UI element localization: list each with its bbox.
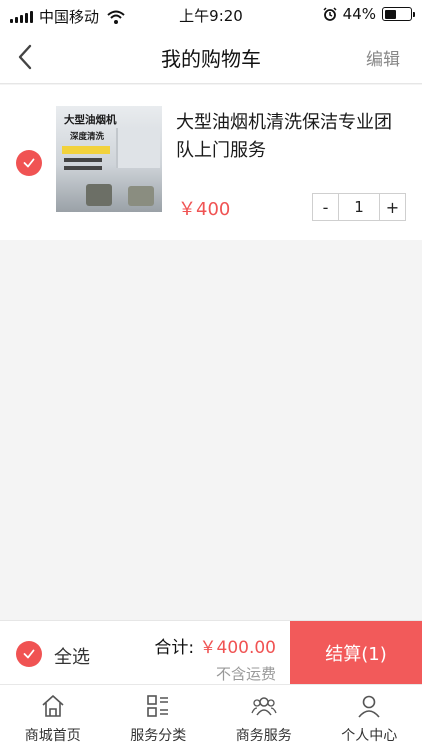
tab-profile[interactable]: 个人中心 [317, 685, 422, 750]
quantity-stepper: - 1 + [312, 193, 406, 221]
status-bar: 中国移动 上午9:20 44% [0, 0, 422, 30]
decrease-button[interactable]: - [313, 194, 338, 220]
tab-categories[interactable]: 服务分类 [106, 685, 212, 750]
battery-fill [384, 9, 396, 19]
total-amount: ￥400.00 [199, 638, 276, 658]
edit-button[interactable]: 编辑 [366, 45, 400, 70]
thumbnail-headline: 大型油烟机 [64, 114, 117, 126]
battery-icon [382, 7, 415, 21]
tab-label: 商务服务 [235, 728, 292, 744]
quantity-value[interactable]: 1 [338, 194, 380, 220]
alarm-icon [323, 7, 337, 21]
shipping-note: 不含运费 [215, 665, 276, 683]
battery-percent: 44% [342, 5, 376, 23]
category-icon [147, 695, 169, 717]
cart-item: 大型油烟机 深度清洗 大型油烟机清洗保洁专业团队上门服务 ￥400 - 1 + [0, 85, 422, 240]
tab-label: 服务分类 [130, 728, 187, 744]
nav-bar: 我的购物车 编辑 [0, 30, 422, 84]
tab-home[interactable]: 商城首页 [0, 685, 106, 750]
user-icon [358, 695, 380, 718]
product-title[interactable]: 大型油烟机清洗保洁专业团队上门服务 [176, 109, 408, 165]
checkout-button[interactable]: 结算(1) [290, 621, 422, 684]
select-all-label[interactable]: 全选 [54, 643, 90, 669]
tab-label: 商城首页 [24, 728, 81, 744]
checkmark-icon [23, 649, 35, 659]
total-label: 合计: [154, 638, 195, 658]
tab-label: 个人中心 [341, 728, 398, 744]
page-title: 我的购物车 [161, 47, 261, 71]
increase-button[interactable]: + [380, 194, 405, 220]
business-icon [251, 697, 277, 716]
checkmark-icon [23, 158, 35, 168]
checkout-bar: 全选 合计: ￥400.00 不含运费 结算(1) [0, 620, 422, 684]
product-thumbnail[interactable]: 大型油烟机 深度清洗 [56, 106, 162, 212]
item-checkbox[interactable] [16, 150, 42, 176]
select-all-checkbox[interactable] [16, 641, 42, 667]
tab-business[interactable]: 商务服务 [211, 685, 317, 750]
tab-bar: 商城首页 服务分类 商务服务 个人中心 [0, 684, 422, 750]
home-icon [42, 695, 64, 717]
thumbnail-subline: 深度清洗 [70, 132, 105, 142]
status-right: 44% [323, 5, 415, 23]
total-summary: 合计: ￥400.00 不含运费 [150, 633, 276, 684]
product-price: ￥400 [178, 199, 231, 220]
total-line: 合计: ￥400.00 [150, 633, 276, 658]
